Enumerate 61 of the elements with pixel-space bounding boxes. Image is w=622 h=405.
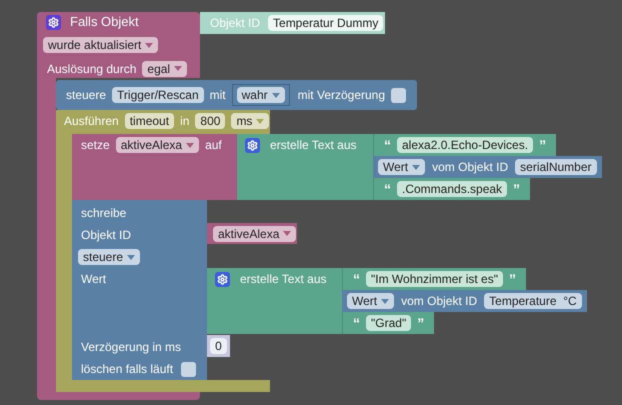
caret-icon	[283, 231, 292, 236]
gear-icon[interactable]	[215, 272, 230, 286]
block-label: in	[180, 113, 190, 130]
text-field[interactable]: alexa2.0.Echo-Devices.	[397, 137, 534, 153]
value-dropdown[interactable]: wahr	[236, 87, 285, 103]
caret-icon	[145, 42, 154, 48]
text-field[interactable]: "Im Wohnzimmer ist es"	[366, 271, 503, 287]
variable-dropdown[interactable]: aktiveAlexa	[213, 226, 296, 242]
block-label: Ausführen	[64, 113, 119, 130]
object-id-field[interactable]: serialNumber	[515, 159, 597, 175]
text-field[interactable]: "Grad"	[366, 315, 412, 331]
block-label: Objekt ID	[81, 227, 132, 244]
variable-dropdown[interactable]: aktiveAlexa	[116, 137, 200, 153]
object-id-field[interactable]: Temperatur Dummy	[268, 15, 384, 31]
quote-mark: “	[353, 314, 360, 332]
block-label: auf	[205, 137, 222, 154]
object-id-field[interactable]: Temperature °C	[484, 293, 582, 309]
quote-mark: “	[384, 136, 391, 154]
quote-mark: ”	[539, 136, 546, 154]
block-label: löschen falls läuft	[81, 361, 174, 378]
block-label: setze	[81, 137, 110, 154]
duration-field[interactable]: 800	[195, 113, 226, 129]
mode-dropdown[interactable]: Wert	[378, 159, 426, 175]
unit-dropdown[interactable]: ms	[231, 113, 270, 129]
block-label: Objekt ID	[210, 15, 260, 32]
caret-icon	[256, 118, 264, 124]
block-label: steuere	[66, 87, 106, 104]
quote-mark: “	[353, 270, 360, 288]
block-label: erstelle Text aus	[270, 137, 356, 154]
caret-icon	[174, 66, 182, 71]
block-label: erstelle Text aus	[240, 271, 326, 288]
quote-mark: ”	[513, 180, 520, 198]
trigger-dropdown[interactable]: egal	[142, 60, 188, 76]
checkbox[interactable]	[181, 362, 196, 376]
block-label: mit	[210, 87, 226, 104]
caret-icon	[127, 254, 136, 260]
target-field[interactable]: Trigger/Rescan	[112, 87, 204, 103]
block-label: vom Objekt ID	[401, 293, 478, 310]
block-label: schreibe	[81, 205, 126, 222]
block-label: Auslösung durch	[47, 60, 136, 78]
block-label: vom Objekt ID	[432, 159, 508, 176]
quote-mark: ”	[508, 270, 516, 288]
block-title: Falls Objekt	[70, 13, 139, 32]
block-label: Verzögerung in ms	[81, 339, 182, 356]
checkbox[interactable]	[391, 88, 406, 102]
text-field[interactable]: .Commands.speak	[397, 181, 508, 197]
quote-mark: ”	[417, 314, 424, 332]
gear-icon[interactable]	[46, 14, 61, 30]
gear-icon[interactable]	[245, 138, 260, 152]
timeout-name-field[interactable]: timeout	[124, 113, 174, 129]
block-label: Wert	[81, 271, 106, 288]
caret-icon	[412, 164, 420, 170]
quote-mark: “	[384, 180, 391, 198]
condition-dropdown[interactable]: wurde aktualisiert	[43, 37, 158, 53]
caret-icon	[272, 92, 280, 98]
caret-icon	[381, 298, 390, 304]
mode-dropdown[interactable]: steuere	[78, 249, 140, 265]
delay-field[interactable]: 0	[210, 338, 227, 354]
block-label: mit Verzögerung	[298, 87, 386, 104]
mode-dropdown[interactable]: Wert	[347, 293, 394, 309]
caret-icon	[186, 142, 194, 148]
